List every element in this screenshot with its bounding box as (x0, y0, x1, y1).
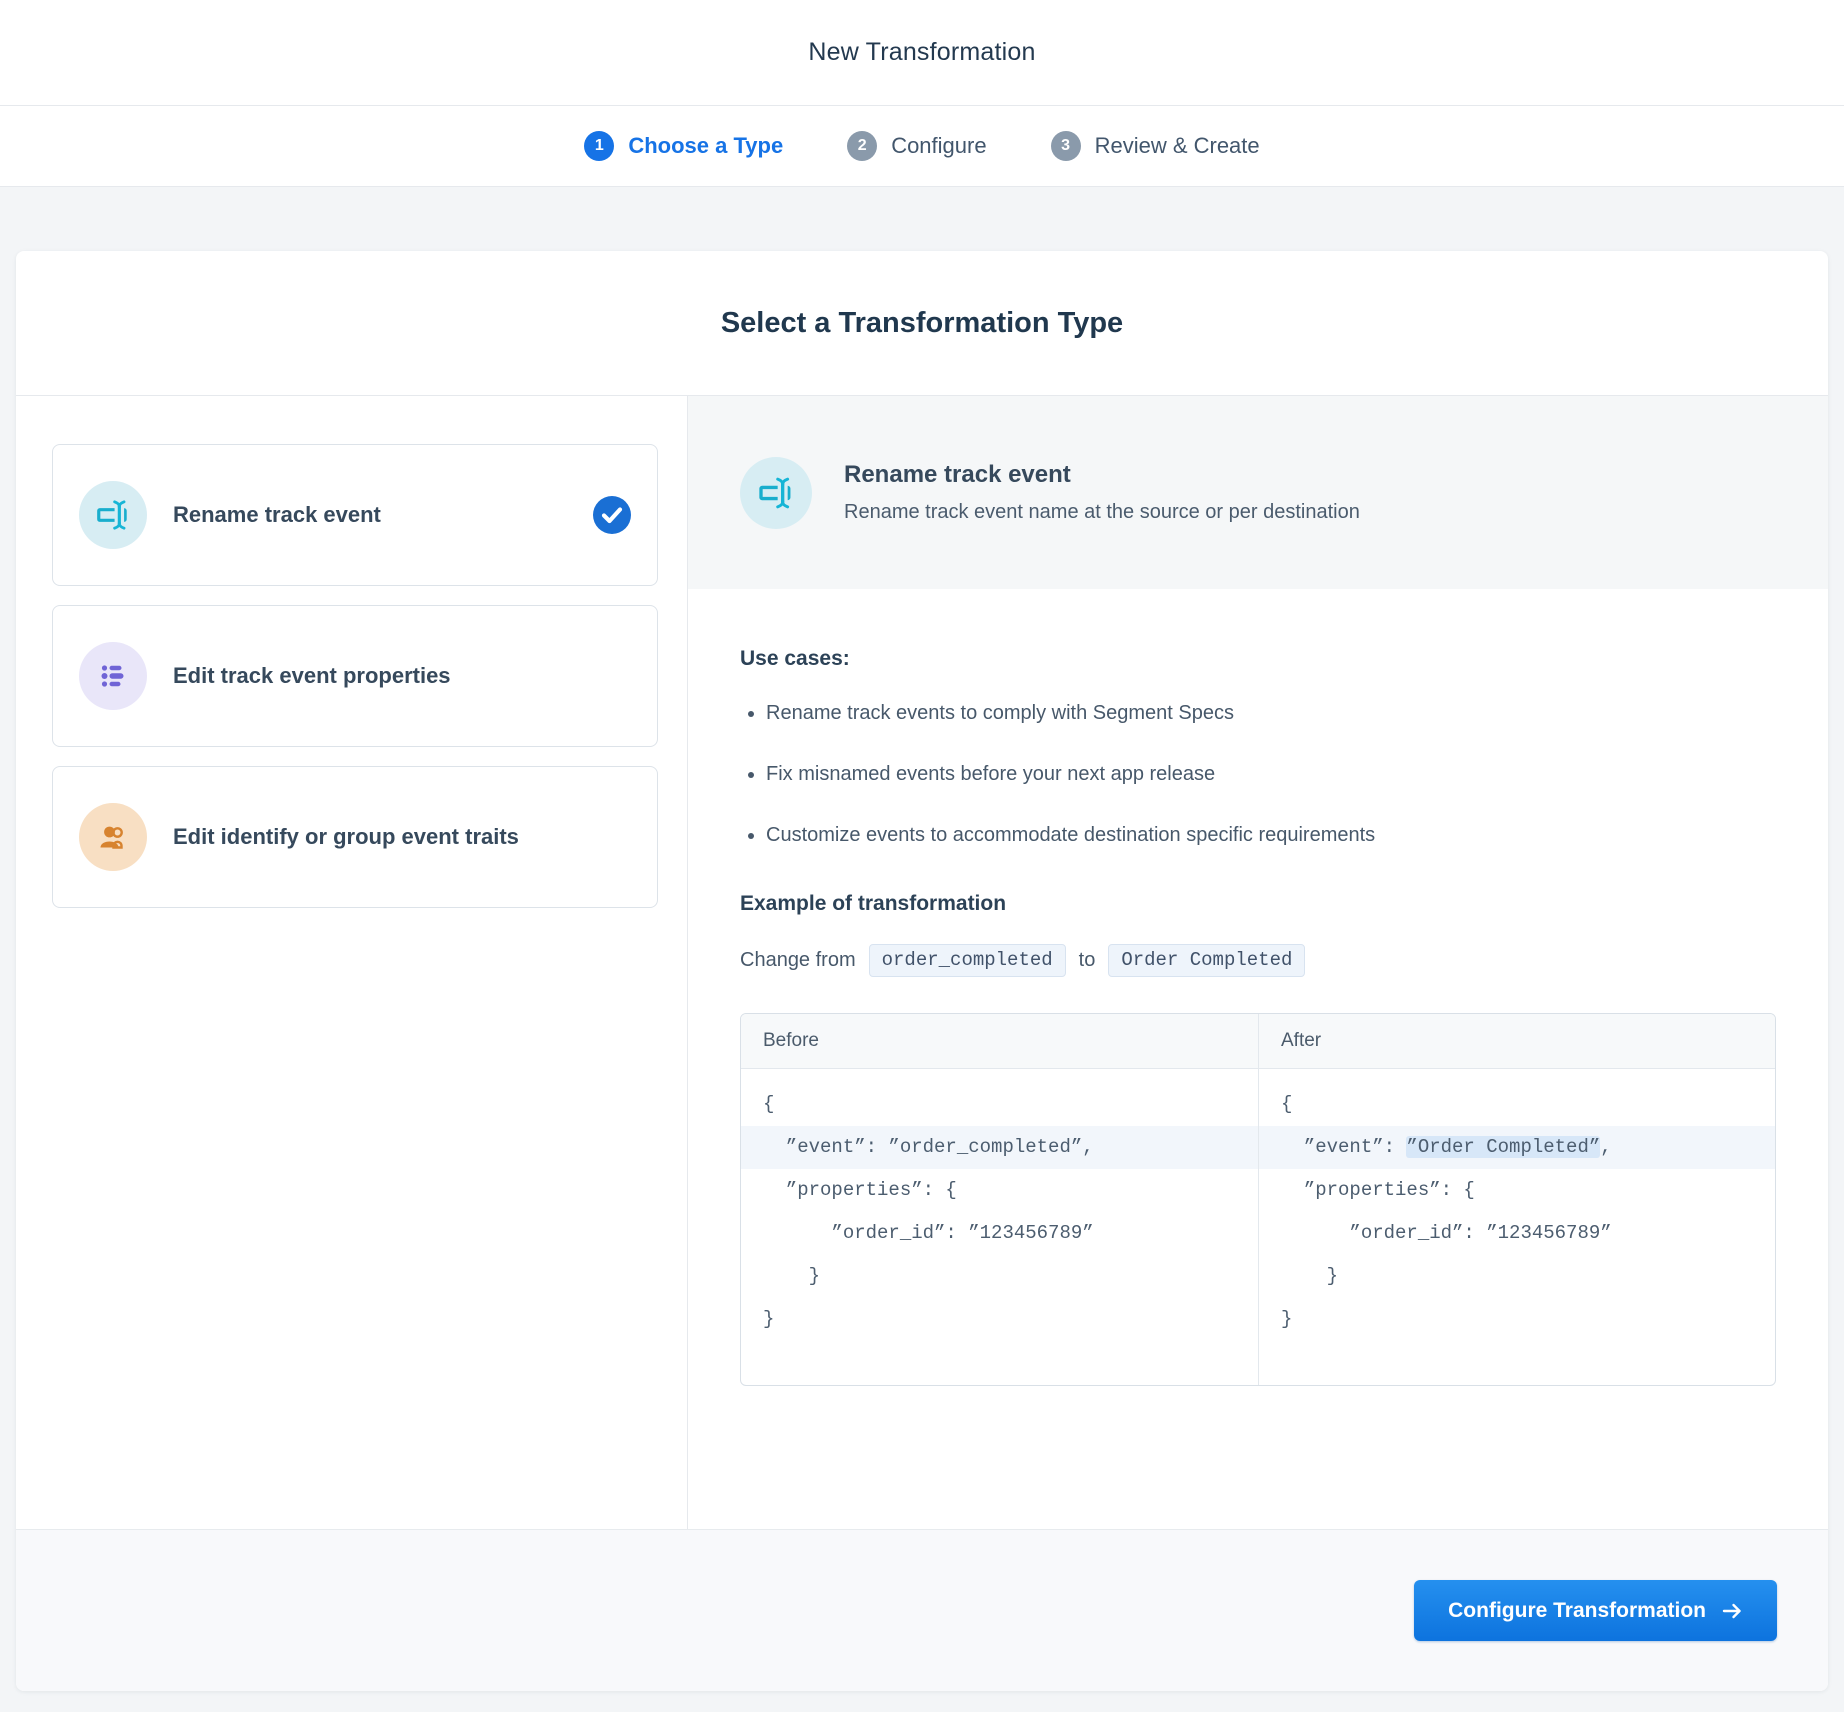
code-line: } (1281, 1265, 1339, 1287)
detail-description: Rename track event name at the source or… (844, 501, 1360, 523)
step-review-create[interactable]: 3 Review & Create (1050, 131, 1260, 161)
selected-check-icon (593, 496, 631, 534)
option-edit-track-event-properties[interactable]: Edit track event properties (52, 605, 658, 747)
code-line: { (763, 1093, 775, 1115)
list-icon (79, 642, 147, 710)
code-line: } (763, 1265, 821, 1287)
page-title: New Transformation (808, 38, 1036, 66)
step-1-number-badge: 1 (584, 131, 615, 161)
code-line: ”properties”: { (1281, 1179, 1475, 1201)
step-1-label: Choose a Type (628, 133, 784, 158)
transformation-type-card: Select a Transformation Type Rename trac… (16, 251, 1828, 1691)
code-line: { (1281, 1093, 1293, 1115)
step-choose-a-type[interactable]: 1 Choose a Type (584, 131, 783, 161)
change-connector: to (1078, 949, 1096, 971)
change-to-code-chip: Order Completed (1108, 944, 1306, 977)
after-column-header: After (1259, 1014, 1775, 1069)
option-label: Edit track event properties (173, 662, 451, 688)
transformation-options-list: Rename track event Edit track event prop… (16, 396, 688, 1529)
highlighted-token: ”Order Completed” (1406, 1136, 1601, 1158)
option-label: Edit identify or group event traits (173, 823, 519, 849)
wizard-stepper: 1 Choose a Type 2 Configure 3 Review & C… (0, 106, 1844, 187)
card-footer: Configure Transformation (16, 1529, 1828, 1691)
code-line: ”order_id”: ”123456789” (1281, 1222, 1612, 1244)
step-3-number-badge: 3 (1050, 131, 1081, 161)
users-icon (79, 803, 147, 871)
detail-title: Rename track event (844, 461, 1071, 488)
code-line: ”event”: ”order_completed”, (741, 1126, 1258, 1169)
change-prefix: Change from (740, 949, 856, 971)
card-body: Rename track event Edit track event prop… (16, 396, 1828, 1529)
code-line: ”order_id”: ”123456789” (763, 1222, 1094, 1244)
step-3-label: Review & Create (1094, 133, 1260, 158)
arrow-right-icon (1722, 1602, 1743, 1620)
step-configure[interactable]: 2 Configure (847, 131, 987, 161)
use-cases-list: Rename track events to comply with Segme… (766, 701, 1776, 848)
change-example-line: Change from order_completed to Order Com… (740, 944, 1776, 977)
use-cases-heading: Use cases: (740, 647, 850, 670)
use-case-item: Fix misnamed events before your next app… (766, 762, 1776, 787)
rename-icon (740, 456, 812, 529)
option-detail-panel: Rename track event Rename track event na… (688, 396, 1828, 1529)
option-rename-track-event[interactable]: Rename track event (52, 444, 658, 586)
configure-transformation-button-label: Configure Transformation (1448, 1598, 1706, 1622)
detail-body: Use cases: Rename track events to comply… (688, 589, 1828, 1386)
use-case-item: Customize events to accommodate destinat… (766, 823, 1776, 848)
code-line: } (1281, 1308, 1293, 1330)
step-2-label: Configure (891, 133, 987, 158)
option-label: Rename track event (173, 501, 381, 527)
code-line: ”event”: ”Order Completed”, (1259, 1126, 1775, 1169)
card-title-section: Select a Transformation Type (16, 251, 1828, 396)
code-line: } (763, 1308, 775, 1330)
page-content: Select a Transformation Type Rename trac… (0, 187, 1844, 1711)
detail-header-text: Rename track event Rename track event na… (844, 461, 1360, 524)
code-line: ”properties”: { (763, 1179, 957, 1201)
before-code-block: { ”event”: ”order_completed”, ”propertie… (741, 1069, 1258, 1385)
configure-transformation-button[interactable]: Configure Transformation (1414, 1580, 1777, 1641)
option-edit-identify-or-group-event-traits[interactable]: Edit identify or group event traits (52, 766, 658, 908)
change-from-code-chip: order_completed (868, 944, 1066, 977)
use-case-item: Rename track events to comply with Segme… (766, 701, 1776, 726)
before-after-comparison: Before { ”event”: ”order_completed”, ”pr… (740, 1013, 1776, 1386)
before-column-header: Before (741, 1014, 1258, 1069)
card-title: Select a Transformation Type (720, 306, 1124, 339)
detail-header: Rename track event Rename track event na… (688, 396, 1828, 589)
after-column: After { ”event”: ”Order Completed”, ”pro… (1258, 1014, 1775, 1385)
before-column: Before { ”event”: ”order_completed”, ”pr… (741, 1014, 1258, 1385)
example-heading: Example of transformation (740, 892, 1007, 915)
page-header: New Transformation (0, 0, 1844, 106)
step-2-number-badge: 2 (847, 131, 878, 161)
after-code-block: { ”event”: ”Order Completed”, ”propertie… (1259, 1069, 1775, 1385)
rename-icon (79, 481, 147, 549)
